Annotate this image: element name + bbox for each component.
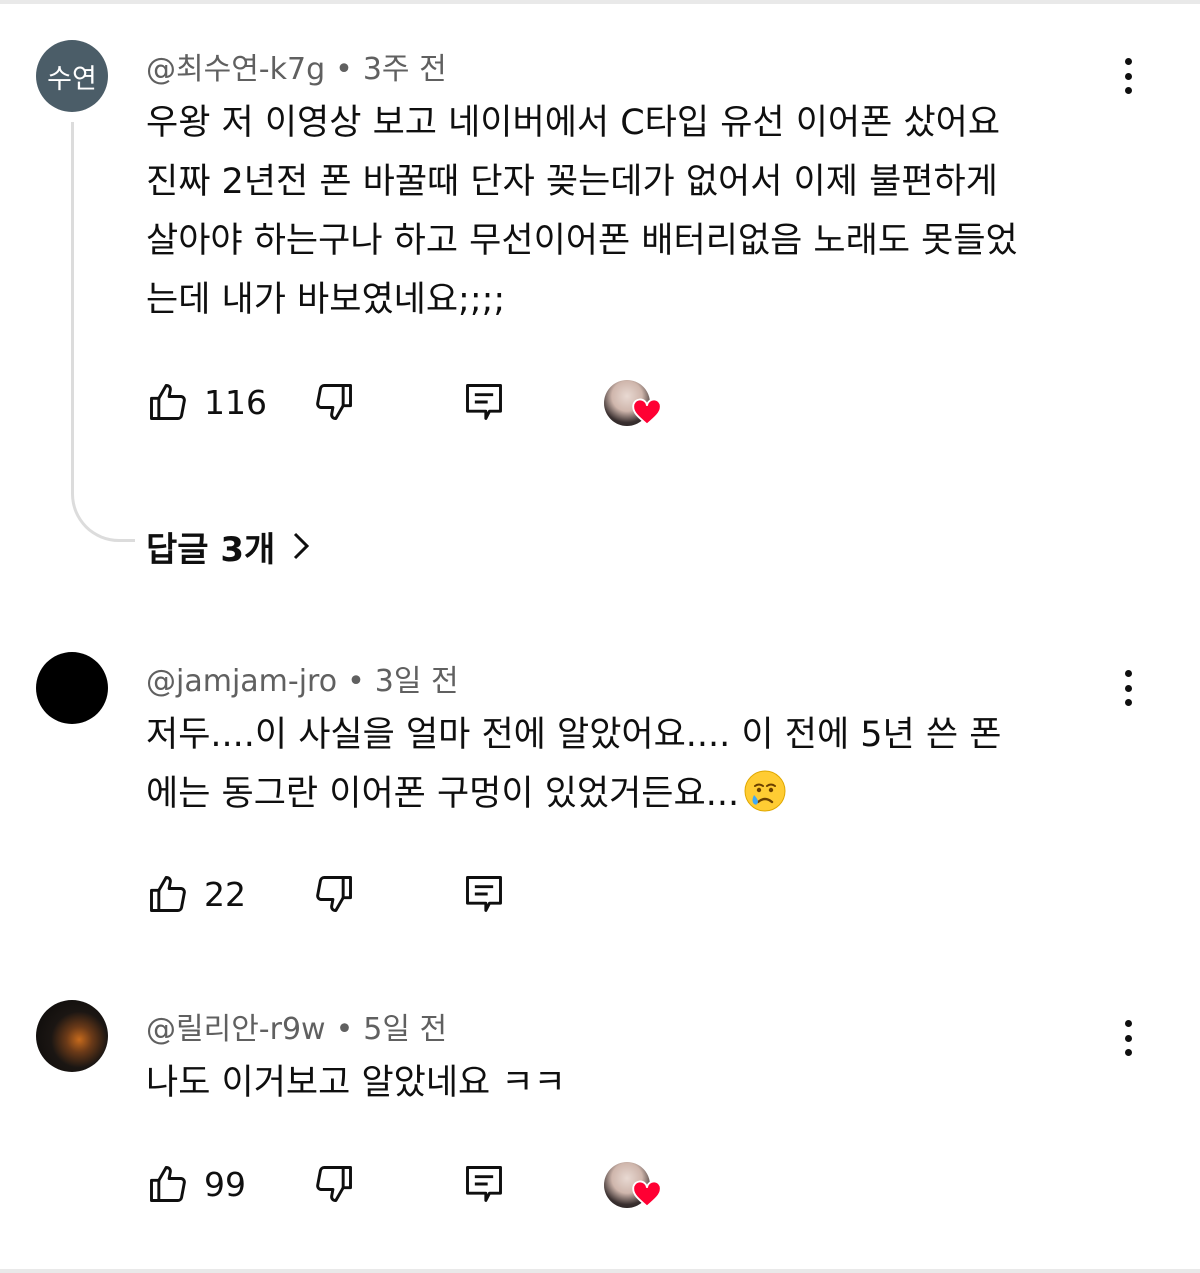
meta-separator: • — [335, 52, 353, 87]
like-count: 22 — [204, 874, 246, 914]
view-replies-button[interactable]: 답글 3개 — [146, 522, 311, 570]
more-icon[interactable] — [1112, 1018, 1144, 1058]
comment-line: 살아야 하는구나 하고 무선이어폰 배터리없음 노래도 못들었 — [146, 221, 1018, 261]
reply-icon — [466, 384, 502, 420]
comment-line-text: 에는 동그란 이어폰 구멍이 있었거든요... — [146, 774, 740, 814]
like-icon — [150, 384, 186, 420]
comment-meta: @릴리안-r9w • 5일 전 — [146, 1004, 447, 1048]
like-button[interactable]: 116 — [146, 378, 267, 426]
top-divider — [0, 0, 1200, 4]
dislike-icon — [316, 1166, 352, 1202]
meta-separator: • — [335, 1012, 354, 1047]
reply-icon — [466, 876, 502, 912]
comment-line: 우왕 저 이영상 보고 네이버에서 C타입 유선 이어폰 샀어요 — [146, 103, 1001, 143]
dislike-button[interactable] — [312, 870, 356, 918]
avatar[interactable] — [36, 652, 108, 724]
reply-button[interactable] — [462, 378, 506, 426]
comment-actions: 99 — [146, 1160, 746, 1208]
replies-label: 답글 3개 — [146, 529, 276, 570]
comment-line: 에는 동그란 이어폰 구멍이 있었거든요... — [146, 765, 1136, 824]
like-count: 116 — [204, 382, 267, 422]
chevron-right-icon — [294, 532, 310, 560]
avatar-initials: 수연 — [47, 63, 97, 95]
like-icon — [150, 876, 186, 912]
comment-line: 나도 이거보고 알았네요 ㅋㅋ — [146, 1063, 566, 1103]
more-icon[interactable] — [1112, 668, 1144, 708]
dislike-button[interactable] — [312, 378, 356, 426]
reply-icon — [466, 1166, 502, 1202]
comment-meta: @jamjam-jro • 3일 전 — [146, 656, 459, 700]
thread-connector — [71, 122, 135, 542]
like-count: 99 — [204, 1164, 246, 1204]
heart-icon — [632, 1180, 662, 1208]
comment-author[interactable]: @릴리안-r9w — [146, 1012, 326, 1047]
dislike-button[interactable] — [312, 1160, 356, 1208]
like-icon — [150, 1166, 186, 1202]
comment-time[interactable]: 3주 전 — [363, 52, 447, 87]
like-button[interactable]: 22 — [146, 870, 246, 918]
creator-heart — [604, 380, 668, 436]
reply-button[interactable] — [462, 1160, 506, 1208]
comment-actions: 116 — [146, 378, 746, 426]
reply-button[interactable] — [462, 870, 506, 918]
comment-line: 진짜 2년전 폰 바꿀때 단자 꽂는데가 없어서 이제 불편하게 — [146, 162, 998, 202]
avatar[interactable]: 수연 — [36, 40, 108, 112]
more-icon[interactable] — [1112, 56, 1144, 96]
comment-author[interactable]: @jamjam-jro — [146, 664, 337, 699]
crying-face-emoji — [744, 770, 786, 812]
comment-author[interactable]: @최수연-k7g — [146, 52, 325, 87]
creator-heart — [604, 1162, 668, 1218]
comment-line: 는데 내가 바보였네요;;;; — [146, 280, 506, 320]
dislike-icon — [316, 384, 352, 420]
like-button[interactable]: 99 — [146, 1160, 246, 1208]
comment-time[interactable]: 3일 전 — [375, 664, 459, 699]
comment-line: 저두....이 사실을 얼마 전에 알았어요.... 이 전에 5년 쓴 폰 — [146, 715, 1002, 755]
comment-text: 우왕 저 이영상 보고 네이버에서 C타입 유선 이어폰 샀어요 진짜 2년전 … — [146, 94, 1136, 330]
comment-time[interactable]: 5일 전 — [363, 1012, 447, 1047]
avatar[interactable] — [36, 1000, 108, 1072]
meta-separator: • — [347, 664, 365, 699]
comment-text: 나도 이거보고 알았네요 ㅋㅋ — [146, 1054, 1136, 1113]
bottom-divider — [0, 1269, 1200, 1273]
comment-text: 저두....이 사실을 얼마 전에 알았어요.... 이 전에 5년 쓴 폰 에… — [146, 706, 1136, 824]
heart-icon — [632, 398, 662, 426]
dislike-icon — [316, 876, 352, 912]
comment-meta: @최수연-k7g • 3주 전 — [146, 44, 447, 88]
comment-actions: 22 — [146, 870, 746, 918]
